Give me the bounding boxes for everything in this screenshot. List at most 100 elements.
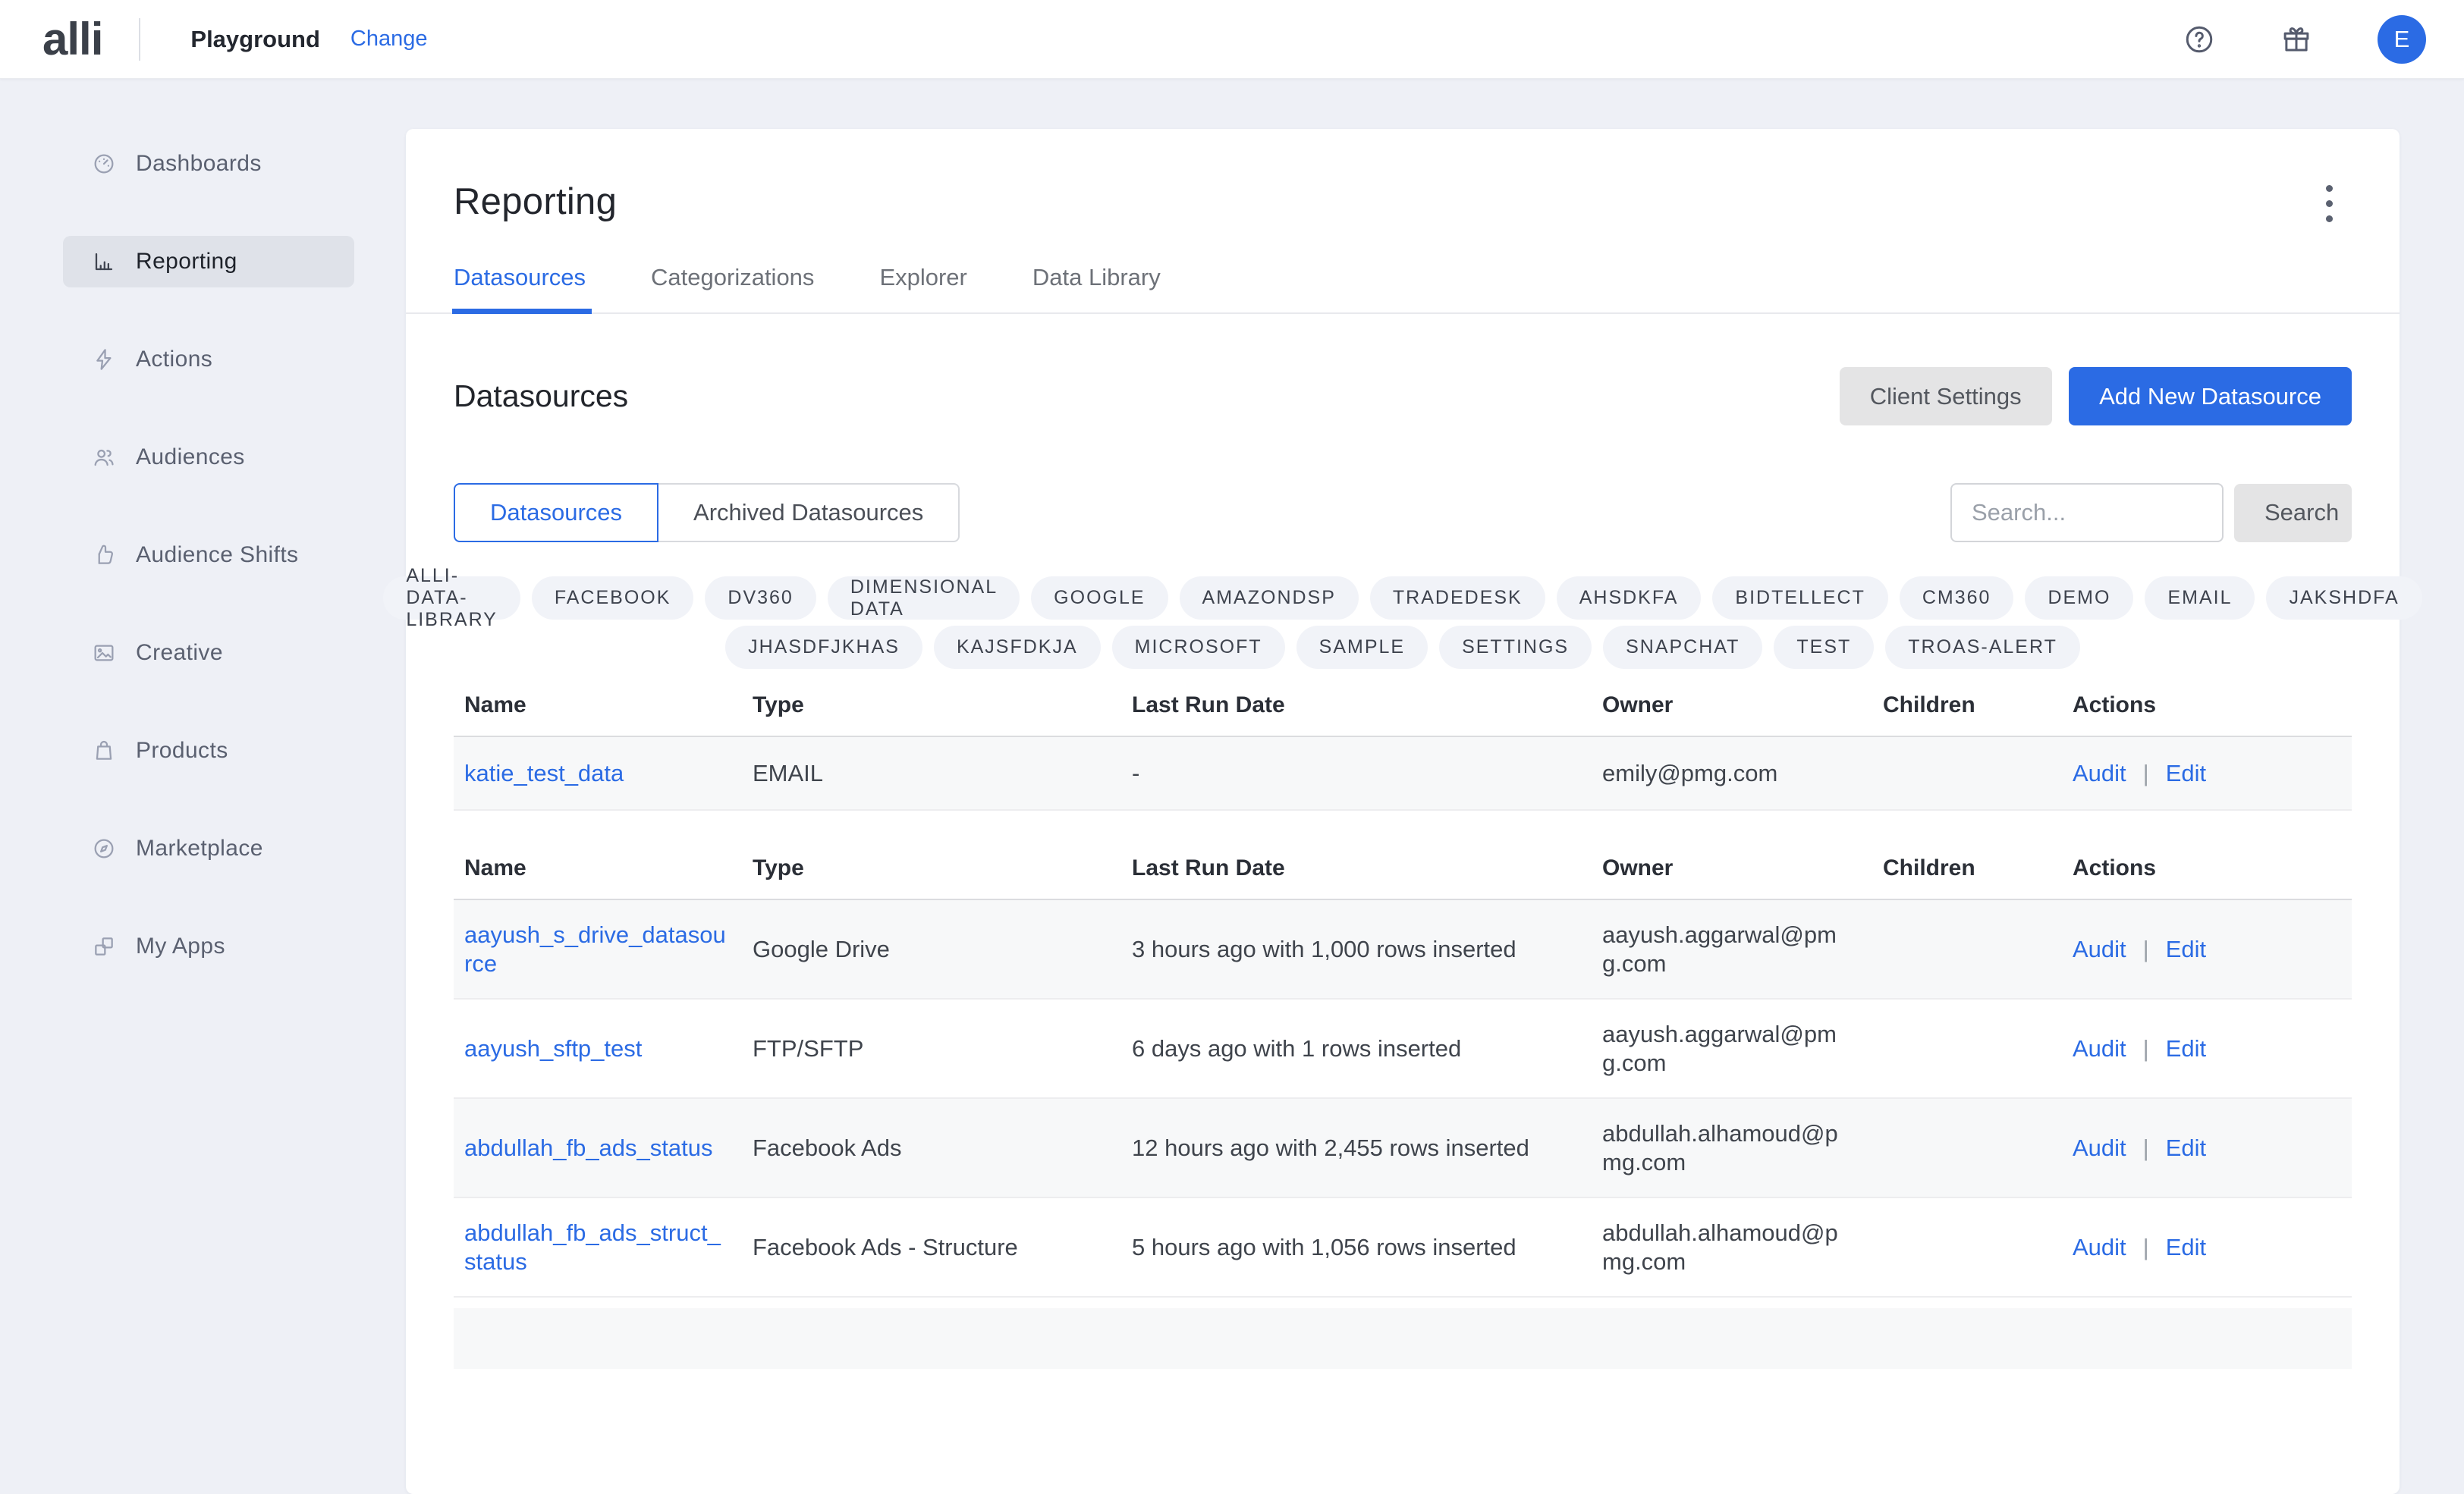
column-header-actions: Actions bbox=[2073, 692, 2341, 718]
more-options-icon[interactable] bbox=[2326, 185, 2333, 222]
client-settings-button[interactable]: Client Settings bbox=[1840, 367, 2052, 425]
filter-tag[interactable]: TEST bbox=[1774, 626, 1874, 669]
tab-explorer[interactable]: Explorer bbox=[879, 264, 966, 312]
user-avatar[interactable]: E bbox=[2378, 15, 2426, 64]
filter-tag[interactable]: AHSDKFA bbox=[1557, 576, 1702, 620]
sidebar-item-label: Marketplace bbox=[136, 836, 263, 862]
audit-link[interactable]: Audit bbox=[2073, 760, 2126, 786]
edit-link[interactable]: Edit bbox=[2166, 936, 2206, 962]
filter-tag[interactable]: BIDTELLECT bbox=[1712, 576, 1887, 620]
filter-tag[interactable]: FACEBOOK bbox=[532, 576, 694, 620]
filter-tag[interactable]: ALLI-DATA-LIBRARY bbox=[383, 576, 520, 620]
search-button[interactable]: Search bbox=[2234, 484, 2352, 542]
filter-tag[interactable]: CM360 bbox=[1900, 576, 2014, 620]
column-header-run: Last Run Date bbox=[1132, 692, 1602, 718]
table-header-row: NameTypeLast Run DateOwnerChildrenAction… bbox=[454, 675, 2352, 737]
client-name: Playground bbox=[190, 26, 320, 53]
owner-cell: aayush.aggarwal@pmg.com bbox=[1602, 921, 1883, 978]
sidebar-item-products[interactable]: Products bbox=[63, 725, 354, 777]
alli-logo[interactable]: alli bbox=[42, 13, 102, 65]
sidebar-item-actions[interactable]: Actions bbox=[63, 334, 354, 385]
last-run-cell: 5 hours ago with 1,056 rows inserted bbox=[1132, 1234, 1602, 1261]
sidebar-item-label: Actions bbox=[136, 347, 212, 372]
edit-link[interactable]: Edit bbox=[2166, 760, 2206, 786]
sidebar-item-creative[interactable]: Creative bbox=[63, 627, 354, 679]
column-header-run: Last Run Date bbox=[1132, 855, 1602, 881]
sidebar-item-audience-shifts[interactable]: Audience Shifts bbox=[63, 529, 354, 581]
filter-tag[interactable]: EMAIL bbox=[2145, 576, 2255, 620]
sidebar-item-label: Audiences bbox=[136, 444, 245, 470]
filter-tag[interactable]: TRADEDESK bbox=[1370, 576, 1545, 620]
topbar-divider bbox=[139, 18, 140, 61]
datasource-name-link[interactable]: aayush_s_drive_datasource bbox=[464, 921, 728, 978]
edit-link[interactable]: Edit bbox=[2166, 1135, 2206, 1161]
edit-link[interactable]: Edit bbox=[2166, 1035, 2206, 1062]
sidebar-item-audiences[interactable]: Audiences bbox=[63, 432, 354, 483]
filter-tag[interactable]: JAKSHDFA bbox=[2266, 576, 2422, 620]
sidebar-item-marketplace[interactable]: Marketplace bbox=[63, 823, 354, 874]
filter-tag[interactable]: SNAPCHAT bbox=[1603, 626, 1762, 669]
actions-separator: | bbox=[2143, 1234, 2149, 1260]
last-run-cell: - bbox=[1132, 760, 1602, 787]
edit-link[interactable]: Edit bbox=[2166, 1234, 2206, 1260]
change-client-link[interactable]: Change bbox=[350, 27, 428, 52]
shopping-bag-icon bbox=[92, 739, 116, 763]
people-icon bbox=[92, 445, 116, 469]
type-cell: EMAIL bbox=[753, 760, 1132, 787]
bar-chart-icon bbox=[92, 250, 116, 274]
datasource-name-link[interactable]: abdullah_fb_ads_struct_status bbox=[464, 1219, 728, 1276]
table-row: abdullah_fb_ads_statusFacebook Ads12 hou… bbox=[454, 1099, 2352, 1198]
type-cell: FTP/SFTP bbox=[753, 1035, 1132, 1062]
last-run-cell: 6 days ago with 1 rows inserted bbox=[1132, 1035, 1602, 1062]
filter-tag[interactable]: MICROSOFT bbox=[1112, 626, 1285, 669]
table-row: aayush_s_drive_datasourceGoogle Drive3 h… bbox=[454, 900, 2352, 1000]
name-cell: aayush_sftp_test bbox=[464, 1034, 753, 1063]
grid-icon bbox=[92, 934, 116, 959]
filter-tag[interactable]: TROAS-ALERT bbox=[1885, 626, 2080, 669]
name-cell: abdullah_fb_ads_struct_status bbox=[464, 1219, 753, 1276]
audit-link[interactable]: Audit bbox=[2073, 936, 2126, 962]
column-header-children: Children bbox=[1883, 692, 2073, 718]
audit-link[interactable]: Audit bbox=[2073, 1234, 2126, 1260]
sidebar-item-my-apps[interactable]: My Apps bbox=[63, 921, 354, 972]
audit-link[interactable]: Audit bbox=[2073, 1135, 2126, 1161]
pinned-datasource-table: NameTypeLast Run DateOwnerChildrenAction… bbox=[454, 675, 2352, 811]
filter-tag[interactable]: JHASDFJKHAS bbox=[725, 626, 922, 669]
audit-link[interactable]: Audit bbox=[2073, 1035, 2126, 1062]
datasource-name-link[interactable]: aayush_sftp_test bbox=[464, 1034, 642, 1063]
toggle-datasources[interactable]: Datasources bbox=[454, 483, 658, 542]
view-toggle: Datasources Archived Datasources bbox=[454, 483, 960, 542]
tab-categorizations[interactable]: Categorizations bbox=[651, 264, 814, 312]
filter-tag[interactable]: AMAZONDSP bbox=[1180, 576, 1359, 620]
table-row-partial bbox=[454, 1308, 2352, 1369]
datasource-name-link[interactable]: abdullah_fb_ads_status bbox=[464, 1134, 712, 1163]
filter-tag[interactable]: DV360 bbox=[705, 576, 816, 620]
filter-tag[interactable]: SAMPLE bbox=[1296, 626, 1428, 669]
tab-datasources[interactable]: Datasources bbox=[454, 264, 586, 312]
datasource-name-link[interactable]: katie_test_data bbox=[464, 759, 624, 788]
search-input[interactable] bbox=[1950, 483, 2224, 542]
actions-separator: | bbox=[2143, 1035, 2149, 1062]
filter-tags-row-2: JHASDFJKHAS KAJSFDKJA MICROSOFT SAMPLE SETTI… bbox=[406, 626, 2400, 669]
filter-tag[interactable]: GOOGLE bbox=[1031, 576, 1168, 620]
add-new-datasource-button[interactable]: Add New Datasource bbox=[2069, 367, 2352, 425]
name-cell: abdullah_fb_ads_status bbox=[464, 1134, 753, 1163]
column-header-children: Children bbox=[1883, 855, 2073, 881]
filter-tag[interactable]: DEMO bbox=[2025, 576, 2133, 620]
filter-tag[interactable]: SETTINGS bbox=[1439, 626, 1592, 669]
sidebar-item-reporting[interactable]: Reporting bbox=[63, 236, 354, 287]
owner-cell: abdullah.alhamoud@pmg.com bbox=[1602, 1119, 1883, 1177]
last-run-cell: 12 hours ago with 2,455 rows inserted bbox=[1132, 1135, 1602, 1162]
lightning-icon bbox=[92, 347, 116, 372]
gift-icon[interactable] bbox=[2280, 24, 2312, 55]
sidebar-item-dashboards[interactable]: Dashboards bbox=[63, 138, 354, 190]
toggle-archived-datasources[interactable]: Archived Datasources bbox=[658, 483, 960, 542]
thumbs-up-icon bbox=[92, 543, 116, 567]
filter-tag[interactable]: KAJSFDKJA bbox=[934, 626, 1101, 669]
filter-tag[interactable]: DIMENSIONAL DATA bbox=[828, 576, 1020, 620]
compass-icon bbox=[92, 836, 116, 861]
help-icon[interactable] bbox=[2183, 24, 2215, 55]
actions-cell: Audit|Edit bbox=[2073, 1135, 2341, 1162]
sidebar-item-label: Audience Shifts bbox=[136, 542, 298, 568]
tab-data-library[interactable]: Data Library bbox=[1032, 264, 1161, 312]
